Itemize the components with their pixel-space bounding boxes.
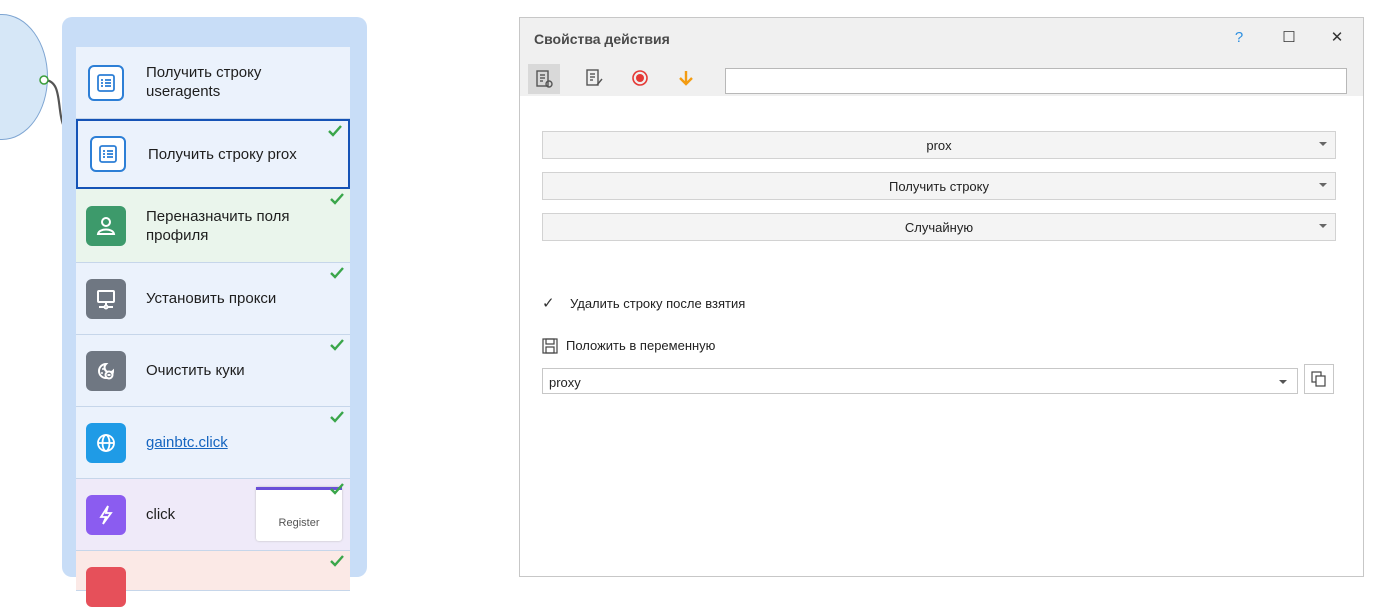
lightning-icon: [86, 495, 126, 535]
action-label: Получить строку prox: [148, 146, 297, 163]
action-card-navigate-url[interactable]: gainbtc.click: [76, 407, 350, 479]
edit-doc-icon[interactable]: [584, 68, 604, 88]
variable-select[interactable]: proxy: [542, 368, 1298, 394]
action-card-partial[interactable]: [76, 551, 350, 607]
action-label: Получить строку useragents: [146, 64, 262, 100]
variable-value: proxy: [549, 375, 581, 390]
source-dropdown-value: prox: [926, 138, 952, 153]
action-properties-window: Свойства действия ? ☐ ✕ prox Получить ст…: [519, 17, 1364, 577]
action-label: Переназначить поля профиля: [146, 208, 290, 244]
action-dropdown-value: Получить строку: [889, 179, 989, 194]
action-url-link[interactable]: gainbtc.click: [146, 433, 228, 452]
action-label: click: [146, 506, 176, 523]
action-label: Установить прокси: [146, 290, 277, 307]
copy-button[interactable]: [1304, 364, 1334, 394]
maximize-button[interactable]: ☐: [1278, 28, 1300, 48]
chevron-down-icon: [1279, 380, 1287, 384]
mode-dropdown-value: Случайную: [904, 220, 974, 235]
record-icon[interactable]: [630, 68, 650, 88]
chevron-down-icon: [1319, 142, 1327, 146]
chevron-down-icon: [1319, 183, 1327, 187]
action-list-panel: Получить строку useragents Получить стро…: [62, 17, 367, 607]
mode-dropdown[interactable]: Случайную: [542, 213, 1336, 241]
monitor-icon: [86, 279, 126, 319]
toolbar-search-input[interactable]: [725, 68, 1347, 94]
save-to-variable-label: Положить в переменную: [566, 338, 716, 353]
delete-line-label: Удалить строку после взятия: [570, 296, 746, 311]
checkmark-icon[interactable]: ✓: [542, 294, 555, 312]
action-card-click[interactable]: click Register: [76, 479, 350, 551]
check-icon: [330, 555, 344, 567]
cookie-icon: [86, 351, 126, 391]
check-icon: [330, 267, 344, 279]
list-icon: [90, 136, 126, 172]
source-dropdown[interactable]: prox: [542, 131, 1336, 159]
copy-icon: [1311, 371, 1326, 387]
properties-toolbar: [520, 58, 1363, 96]
close-button[interactable]: ✕: [1326, 28, 1348, 48]
action-card-reassign-profile[interactable]: Переназначить поля профиля: [76, 189, 350, 263]
save-icon: [542, 338, 558, 354]
action-label: Очистить куки: [146, 362, 245, 379]
help-button[interactable]: ?: [1228, 28, 1250, 48]
element-thumbnail: Register: [256, 487, 342, 541]
red-action-icon: [86, 567, 126, 607]
action-card-get-useragents[interactable]: Получить строку useragents: [76, 47, 350, 119]
action-card-clear-cookies[interactable]: Очистить куки: [76, 335, 350, 407]
chevron-down-icon: [1319, 224, 1327, 228]
settings-doc-icon[interactable]: [528, 64, 560, 94]
check-icon: [330, 483, 344, 495]
properties-title: Свойства действия: [534, 31, 670, 47]
list-icon: [88, 65, 124, 101]
action-card-get-prox[interactable]: Получить строку prox: [76, 119, 350, 189]
check-icon: [330, 339, 344, 351]
check-icon: [330, 193, 344, 205]
profile-icon: [86, 206, 126, 246]
globe-icon: [86, 423, 126, 463]
thumbnail-text: Register: [278, 517, 320, 529]
arrow-down-icon[interactable]: [676, 68, 696, 88]
action-dropdown[interactable]: Получить строку: [542, 172, 1336, 200]
action-card-set-proxy[interactable]: Установить прокси: [76, 263, 350, 335]
check-icon: [328, 125, 342, 137]
check-icon: [330, 411, 344, 423]
properties-titlebar: Свойства действия ? ☐ ✕: [520, 18, 1363, 58]
